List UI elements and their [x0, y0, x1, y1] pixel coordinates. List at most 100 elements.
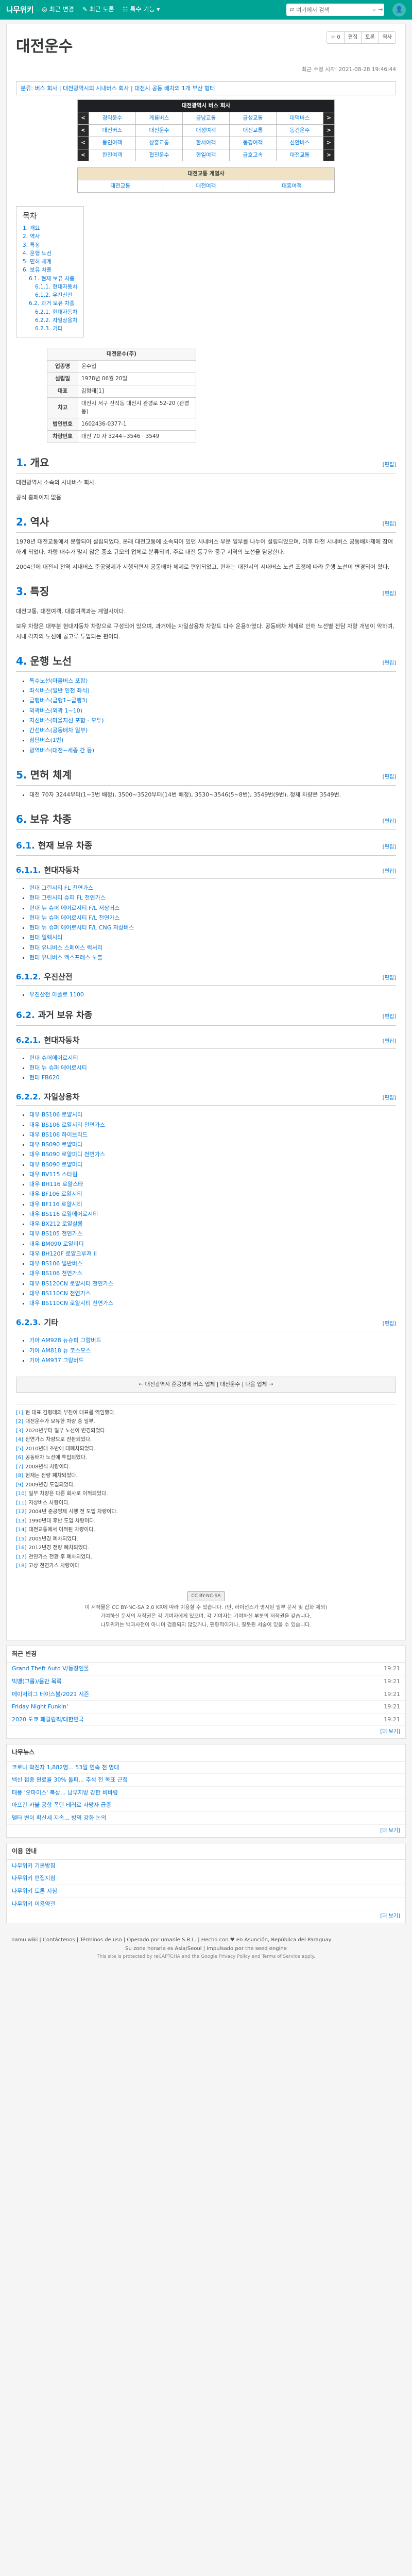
- list-item[interactable]: 지선버스(마을지선 포함 - 모두): [29, 716, 396, 725]
- user-menu-icon[interactable]: 👤: [392, 3, 406, 16]
- list-item[interactable]: 현대 그린시티 슈퍼 FL 천연가스: [29, 893, 396, 903]
- edit-section-link[interactable]: [편집]: [383, 1013, 396, 1021]
- discuss-button[interactable]: 토론: [362, 32, 379, 43]
- affiliate-link[interactable]: 대흥여객: [248, 180, 335, 193]
- list-item[interactable]: 대우 BS116 로얄에어로시티: [29, 1209, 396, 1219]
- list-item[interactable]: 대우 BH120F 로얄크루져 II: [29, 1249, 396, 1259]
- toc-item[interactable]: 6.2. 과거 보유 차종: [23, 299, 77, 308]
- list-item[interactable]: 대우 BS120CN 로얄시티 천연가스: [29, 1279, 396, 1289]
- list-item[interactable]: 기아 AM928 뉴슈퍼 그랑버드: [29, 1335, 396, 1345]
- next-arrow-icon[interactable]: >: [323, 148, 335, 162]
- toc-item[interactable]: 4. 운행 노선: [23, 249, 77, 258]
- list-item[interactable]: 대우 BS090 로얄미디: [29, 1160, 396, 1170]
- footnote-number[interactable]: [17]: [16, 1554, 27, 1560]
- footnote-number[interactable]: [5]: [16, 1446, 23, 1452]
- toc-item[interactable]: 2. 역사: [23, 232, 77, 241]
- guide-item[interactable]: 나무위키 토론 지침: [7, 1885, 405, 1898]
- toc-item[interactable]: 6.2.1. 현대자동차: [23, 308, 77, 316]
- search-input[interactable]: [296, 6, 371, 13]
- toc-item[interactable]: 3. 특징: [23, 241, 77, 249]
- list-item[interactable]: 기아 AM937 그랑버드: [29, 1355, 396, 1365]
- list-item[interactable]: 대우 BS106 일반버스: [29, 1259, 396, 1268]
- list-item[interactable]: 광역버스(대전~세종 간 등): [29, 745, 396, 755]
- navbox-link[interactable]: 협진운수: [135, 148, 183, 162]
- list-item[interactable]: 현대 뉴 슈퍼 에어로시티 F/L 천연가스: [29, 913, 396, 923]
- affiliate-link[interactable]: 대전여객: [163, 180, 249, 193]
- news-item[interactable]: 아프간 카불 공항 폭탄 테러로 사망자 급증: [7, 1799, 405, 1812]
- next-arrow-icon[interactable]: >: [323, 124, 335, 137]
- recent-change-item[interactable]: 빅뱅(그룹)/음반 목록 19:21: [7, 1675, 405, 1688]
- list-item[interactable]: 대우 BX212 로얄살롱: [29, 1219, 396, 1229]
- recent-change-item[interactable]: 메이저리그 베이스볼/2021 시즌 19:21: [7, 1688, 405, 1701]
- edit-section-link[interactable]: [편집]: [383, 974, 396, 982]
- list-item[interactable]: 우진산전 아폴로 1100: [29, 990, 396, 999]
- footer-links[interactable]: namu wiki | Contáctenos | Términos de us…: [6, 1936, 406, 1944]
- search-icon[interactable]: ⌕: [373, 5, 376, 14]
- navbox-link[interactable]: 신안버스: [276, 136, 323, 149]
- recent-change-item[interactable]: Grand Theft Auto V/등장인물 19:21: [7, 1663, 405, 1676]
- go-arrow-icon[interactable]: →: [378, 5, 383, 14]
- toc-item[interactable]: 5. 면허 체계: [23, 258, 77, 266]
- list-item[interactable]: 외곽버스(외곽 1~10): [29, 706, 396, 716]
- list-item[interactable]: 현대 뉴 슈퍼 에어로시티: [29, 1063, 396, 1073]
- next-arrow-icon[interactable]: >: [323, 136, 335, 149]
- footnote-number[interactable]: [15]: [16, 1536, 27, 1542]
- more-link[interactable]: [더 보기]: [7, 1726, 405, 1738]
- footnote-number[interactable]: [9]: [16, 1482, 23, 1488]
- news-item[interactable]: 백신 접종 완료율 30% 돌파... 추석 전 목표 근접: [7, 1774, 405, 1787]
- toc-item[interactable]: 1. 개요: [23, 224, 77, 232]
- list-item[interactable]: 간선버스(공동배차 일부): [29, 725, 396, 735]
- navbox-link[interactable]: 동인여객: [89, 136, 136, 149]
- list-item[interactable]: 급행버스(급행1~급행3): [29, 696, 396, 705]
- edit-button[interactable]: 편집: [345, 32, 362, 43]
- navbox-link[interactable]: 삼흥교통: [135, 136, 183, 149]
- navbox-link[interactable]: 한일여객: [182, 148, 230, 162]
- list-item[interactable]: 대우 BS106 하이브리드: [29, 1130, 396, 1140]
- list-item[interactable]: 대우 BM090 로얄미디: [29, 1239, 396, 1249]
- search-box[interactable]: ⇄ ⌕ →: [286, 4, 384, 16]
- navbox-link[interactable]: 대성여객: [182, 124, 230, 137]
- navbox-link[interactable]: 대전교통: [276, 148, 323, 162]
- navbox-link[interactable]: 금호고속: [229, 148, 277, 162]
- edit-section-link[interactable]: [편집]: [383, 1094, 396, 1103]
- news-item[interactable]: 코로나 확진자 1,882명... 53일 연속 천 명대: [7, 1761, 405, 1774]
- footnote-number[interactable]: [8]: [16, 1473, 23, 1479]
- navbox-link[interactable]: 금남교통: [182, 112, 230, 125]
- guide-item[interactable]: 나무위키 기본방침: [7, 1860, 405, 1873]
- navbox-link[interactable]: 대전운수: [135, 124, 183, 137]
- footnote-number[interactable]: [6]: [16, 1455, 23, 1461]
- navbox-link[interactable]: 대덕버스: [276, 112, 323, 125]
- more-link[interactable]: [더 보기]: [7, 1910, 405, 1923]
- navbox-link[interactable]: 한서여객: [182, 136, 230, 149]
- list-item[interactable]: 대우 BS110CN 천연가스: [29, 1289, 396, 1298]
- site-logo[interactable]: 나무위키: [6, 4, 34, 16]
- list-item[interactable]: 현대 슈퍼에어로시티: [29, 1053, 396, 1063]
- affiliate-link[interactable]: 대전교통: [77, 180, 164, 193]
- cc-license-badge[interactable]: CC BY-NC-SA: [187, 1591, 225, 1602]
- navbox-link[interactable]: 대전버스: [89, 124, 136, 137]
- footnote-number[interactable]: [12]: [16, 1509, 27, 1515]
- next-arrow-icon[interactable]: >: [323, 112, 335, 125]
- list-item[interactable]: 현대 일렉시티: [29, 933, 396, 942]
- toc-item[interactable]: 6.2.3. 기타: [23, 325, 77, 333]
- random-icon[interactable]: ⇄: [289, 5, 294, 14]
- list-item[interactable]: 현대 뉴 슈퍼 에어로시티 F/L 저상버스: [29, 903, 396, 913]
- list-item[interactable]: 현대 그린시티 FL 천연가스: [29, 883, 396, 893]
- toc-item[interactable]: 6. 보유 차종: [23, 266, 77, 274]
- edit-section-link[interactable]: [편집]: [383, 773, 396, 782]
- edit-section-link[interactable]: [편집]: [383, 590, 396, 598]
- nav-recent-changes[interactable]: ◎ 최근 변경: [42, 5, 74, 14]
- footnote-number[interactable]: [14]: [16, 1527, 27, 1533]
- navbox-link[interactable]: 금성교통: [229, 112, 277, 125]
- navbox-link[interactable]: 대전교통: [229, 124, 277, 137]
- edit-section-link[interactable]: [편집]: [383, 520, 396, 529]
- navbox-link[interactable]: 동경여객: [229, 136, 277, 149]
- edit-section-link[interactable]: [편집]: [383, 868, 396, 876]
- prev-arrow-icon[interactable]: <: [77, 136, 89, 149]
- footnote-number[interactable]: [2]: [16, 1419, 23, 1425]
- footnote-number[interactable]: [16]: [16, 1545, 27, 1551]
- footnote-number[interactable]: [11]: [16, 1500, 27, 1506]
- list-item[interactable]: 대우 BH116 로얄스타: [29, 1179, 396, 1189]
- list-item[interactable]: 현대 뉴 슈퍼 에어로시티 F/L CNG 저상버스: [29, 923, 396, 933]
- edit-section-link[interactable]: [편집]: [383, 1320, 396, 1328]
